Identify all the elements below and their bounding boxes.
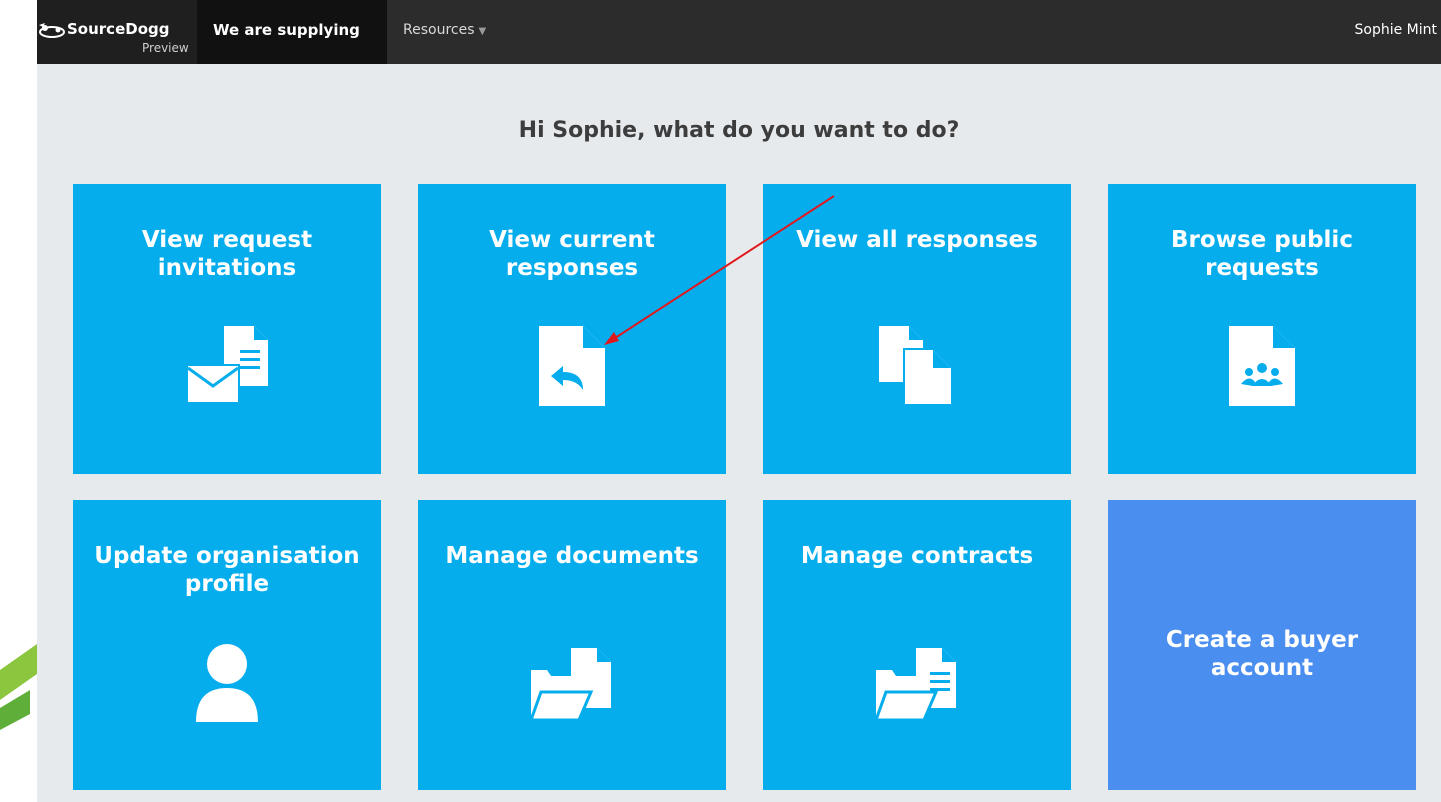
top-navbar: SourceDogg Preview We are supplying Reso… (37, 0, 1441, 64)
envelope-document-icon (73, 324, 381, 408)
tile-manage-documents[interactable]: Manage documents (418, 500, 726, 790)
brand-logo[interactable]: SourceDogg Preview (37, 0, 197, 64)
page-greeting: Hi Sophie, what do you want to do? (518, 118, 960, 143)
nav-user-menu[interactable]: Sophie Mint (1355, 22, 1438, 38)
document-reply-icon (418, 324, 726, 408)
tile-browse-public-requests[interactable]: Browse public requests (1108, 184, 1416, 474)
tile-title: Manage documents (445, 543, 699, 569)
main-content: Hi Sophie, what do you want to do? View … (37, 64, 1441, 802)
dog-logo-icon (39, 23, 65, 38)
tile-title: View request invitations (141, 227, 313, 281)
tile-title: Create a buyer account (1165, 627, 1359, 681)
user-name: Sophie Mint (1354, 22, 1438, 38)
tile-title: Manage contracts (800, 543, 1034, 569)
tile-title: View all responses (796, 227, 1038, 253)
tile-title: Update organisation profile (94, 543, 360, 597)
brand-name: SourceDogg (67, 20, 170, 38)
tile-title: Browse public requests (1171, 227, 1353, 281)
nav-resources-dropdown[interactable]: Resources ▼ (403, 22, 486, 38)
caret-down-icon: ▼ (478, 26, 487, 37)
nav-resources-label: Resources (403, 22, 475, 38)
tile-view-current-responses[interactable]: View current responses (418, 184, 726, 474)
tile-manage-contracts[interactable]: Manage contracts (763, 500, 1071, 790)
document-group-icon (1108, 324, 1416, 408)
user-icon (73, 640, 381, 724)
brand-preview-label: Preview (142, 41, 189, 55)
nav-we-are-supplying-label: We are supplying (213, 21, 360, 39)
nav-we-are-supplying[interactable]: We are supplying (197, 0, 387, 64)
tile-view-all-responses[interactable]: View all responses (763, 184, 1071, 474)
green-decoration (0, 630, 37, 750)
tile-title: View current responses (489, 227, 655, 281)
tile-create-buyer-account[interactable]: Create a buyer account (1108, 500, 1416, 790)
folder-contract-icon (763, 640, 1071, 724)
folder-document-icon (418, 640, 726, 724)
documents-stack-icon (763, 324, 1071, 408)
tile-view-request-invitations[interactable]: View request invitations (73, 184, 381, 474)
tile-update-organisation-profile[interactable]: Update organisation profile (73, 500, 381, 790)
